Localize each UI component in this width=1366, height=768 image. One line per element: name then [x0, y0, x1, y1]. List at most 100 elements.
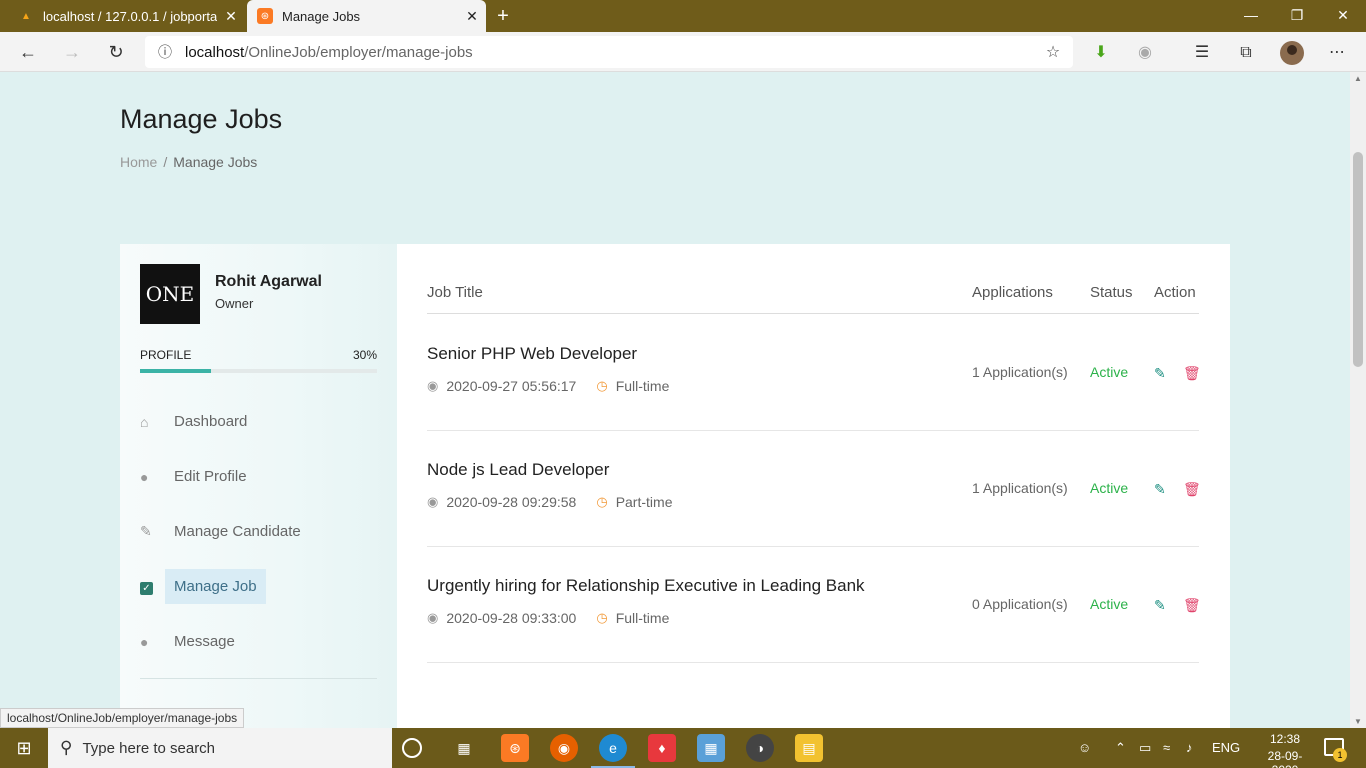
sidebar-divider [140, 678, 377, 679]
tab-manage-jobs[interactable]: ⊛ Manage Jobs ✕ [247, 0, 486, 32]
tab-phpmyadmin[interactable]: ▲ localhost / 127.0.0.1 / jobportal | ✕ [0, 0, 245, 32]
back-button[interactable]: ← [14, 38, 42, 66]
status-badge: Active [1090, 364, 1129, 380]
job-title[interactable]: Urgently hiring for Relationship Executi… [427, 576, 865, 596]
application-count[interactable]: 0 Application(s) [972, 596, 1068, 612]
user-role: Owner [215, 296, 254, 311]
taskbar-time[interactable]: 12:38 [1262, 732, 1308, 746]
breadcrumb: Home / Manage Jobs [120, 154, 257, 170]
scrollbar-thumb[interactable] [1353, 152, 1363, 367]
clock-icon: ◷ [596, 378, 608, 393]
company-logo-text: ONE [145, 282, 195, 306]
job-date: 2020-09-27 05:56:17 [446, 378, 577, 394]
wifi-icon[interactable]: ≈ [1163, 728, 1170, 768]
job-title[interactable]: Senior PHP Web Developer [427, 344, 637, 364]
edit-job-icon[interactable]: ✎ [1154, 597, 1170, 613]
sidebar-item-label: Manage Candidate [174, 523, 301, 540]
people-icon[interactable]: ☺ [1078, 728, 1091, 768]
sidebar-item-label: Edit Profile [174, 468, 247, 485]
edit-job-icon[interactable]: ✎ [1154, 365, 1170, 381]
sidebar-menu: ⌂ Dashboard ● Edit Profile ✎ Manage Cand… [140, 394, 377, 669]
delete-job-icon[interactable]: 🗑 [1183, 365, 1201, 381]
forward-button[interactable]: → [58, 38, 86, 66]
minimize-button[interactable]: — [1228, 0, 1274, 32]
chat-icon: ● [140, 633, 149, 650]
home-icon: ⌂ [140, 413, 149, 430]
volume-muted-icon[interactable]: ♪ [1186, 728, 1193, 768]
job-meta: ◉ 2020-09-27 05:56:17 ◷ Full-time [427, 378, 669, 394]
sidebar-item-manage-candidate[interactable]: ✎ Manage Candidate [140, 504, 377, 559]
breadcrumb-home[interactable]: Home [120, 154, 157, 170]
page-scrollbar[interactable]: ▲ ▼ [1350, 72, 1366, 728]
delete-job-icon[interactable]: 🗑 [1183, 597, 1201, 613]
address-bar[interactable]: ⓘ localhost/OnlineJob/employer/manage-jo… [145, 36, 1073, 68]
cortana-icon[interactable] [402, 738, 422, 758]
sidebar-item-edit-profile[interactable]: ● Edit Profile [140, 449, 377, 504]
company-logo: ONE [140, 264, 200, 324]
profile-progress-bar [140, 369, 377, 373]
link-status-tooltip: localhost/OnlineJob/employer/manage-jobs [0, 708, 245, 728]
show-hidden-icons-chevron-icon[interactable]: ⌃ [1115, 728, 1126, 768]
firefox-icon[interactable]: ◉ [550, 734, 578, 762]
application-count[interactable]: 1 Application(s) [972, 364, 1068, 380]
taskbar-search-box[interactable]: ⚲ Type here to search [48, 728, 392, 768]
notification-badge: 1 [1333, 748, 1347, 762]
more-menu-icon[interactable]: ⋯ [1326, 42, 1348, 64]
anydesk-icon[interactable]: ♦ [648, 734, 676, 762]
xampp-icon: ⊛ [257, 8, 273, 24]
sidebar-item-label: Manage Job [165, 569, 266, 604]
header-status: Status [1090, 284, 1133, 301]
favorites-icon[interactable]: ☰ [1191, 42, 1213, 64]
virtualbox-icon[interactable]: ▦ [697, 734, 725, 762]
sidebar-item-label: Message [174, 633, 235, 650]
header-applications: Applications [972, 284, 1053, 301]
battery-icon[interactable]: ▭ [1139, 728, 1151, 768]
windows-taskbar: ⊞ ⚲ Type here to search ▦ ⊛ ◉ e ♦ ▦ ◑ ▤ … [0, 728, 1366, 768]
new-tab-button[interactable]: + [490, 3, 516, 29]
close-tab-icon[interactable]: ✕ [458, 8, 486, 25]
scroll-up-arrow-icon[interactable]: ▲ [1350, 74, 1366, 83]
url-text[interactable]: localhost/OnlineJob/employer/manage-jobs [185, 44, 1033, 61]
tab-title: localhost / 127.0.0.1 / jobportal | [43, 8, 217, 24]
application-count[interactable]: 1 Application(s) [972, 480, 1068, 496]
eclipse-icon[interactable]: ◑ [746, 734, 774, 762]
xampp-taskbar-icon[interactable]: ⊛ [501, 734, 529, 762]
table-row: Urgently hiring for Relationship Executi… [427, 547, 1201, 663]
task-view-icon[interactable]: ▦ [450, 734, 478, 762]
edge-icon[interactable]: e [591, 734, 635, 768]
refresh-button[interactable]: ↻ [102, 38, 130, 66]
taskbar-date[interactable]: 28-09-2020 [1256, 749, 1314, 768]
browser-toolbar: ← → ↻ ⓘ localhost/OnlineJob/employer/man… [0, 32, 1366, 72]
favorite-star-icon[interactable]: ☆ [1033, 42, 1073, 62]
delete-job-icon[interactable]: 🗑 [1183, 481, 1201, 497]
windows-start-icon[interactable]: ⊞ [0, 728, 48, 768]
extension-icon[interactable]: ◉ [1134, 42, 1156, 64]
sidebar-item-message[interactable]: ● Message [140, 614, 377, 669]
url-path: /OnlineJob/employer/manage-jobs [244, 43, 473, 61]
profile-percent: 30% [352, 348, 377, 362]
edit-job-icon[interactable]: ✎ [1154, 481, 1170, 497]
job-type: Full-time [615, 610, 670, 626]
breadcrumb-separator: / [163, 154, 168, 170]
tab-title: Manage Jobs [282, 8, 361, 24]
restore-button[interactable]: ❐ [1274, 0, 1320, 32]
sidebar-item-manage-job[interactable]: ✓ Manage Job [140, 559, 377, 614]
close-window-button[interactable]: ✕ [1320, 0, 1366, 32]
collections-icon[interactable]: ⧉ [1235, 42, 1257, 64]
job-title[interactable]: Node js Lead Developer [427, 460, 609, 480]
page-viewport: Manage Jobs Home / Manage Jobs ONE Rohit A… [0, 72, 1350, 728]
table-row: Node js Lead Developer ◉ 2020-09-28 09:2… [427, 431, 1201, 547]
header-job-title: Job Title [427, 284, 483, 301]
scroll-down-arrow-icon[interactable]: ▼ [1350, 717, 1366, 726]
taskbar-search-placeholder: Type here to search [82, 739, 216, 757]
language-indicator[interactable]: ENG [1212, 728, 1240, 768]
download-extension-icon[interactable]: ⬇ [1090, 42, 1112, 64]
file-explorer-icon[interactable]: ▤ [795, 734, 823, 762]
close-tab-icon[interactable]: ✕ [217, 8, 245, 25]
sidebar-item-dashboard[interactable]: ⌂ Dashboard [140, 394, 377, 449]
site-info-icon[interactable]: ⓘ [145, 42, 185, 62]
page-title: Manage Jobs [120, 104, 283, 134]
job-date: 2020-09-28 09:33:00 [446, 610, 577, 626]
profile-avatar[interactable] [1280, 41, 1304, 65]
location-pin-icon: ◉ [427, 494, 439, 509]
